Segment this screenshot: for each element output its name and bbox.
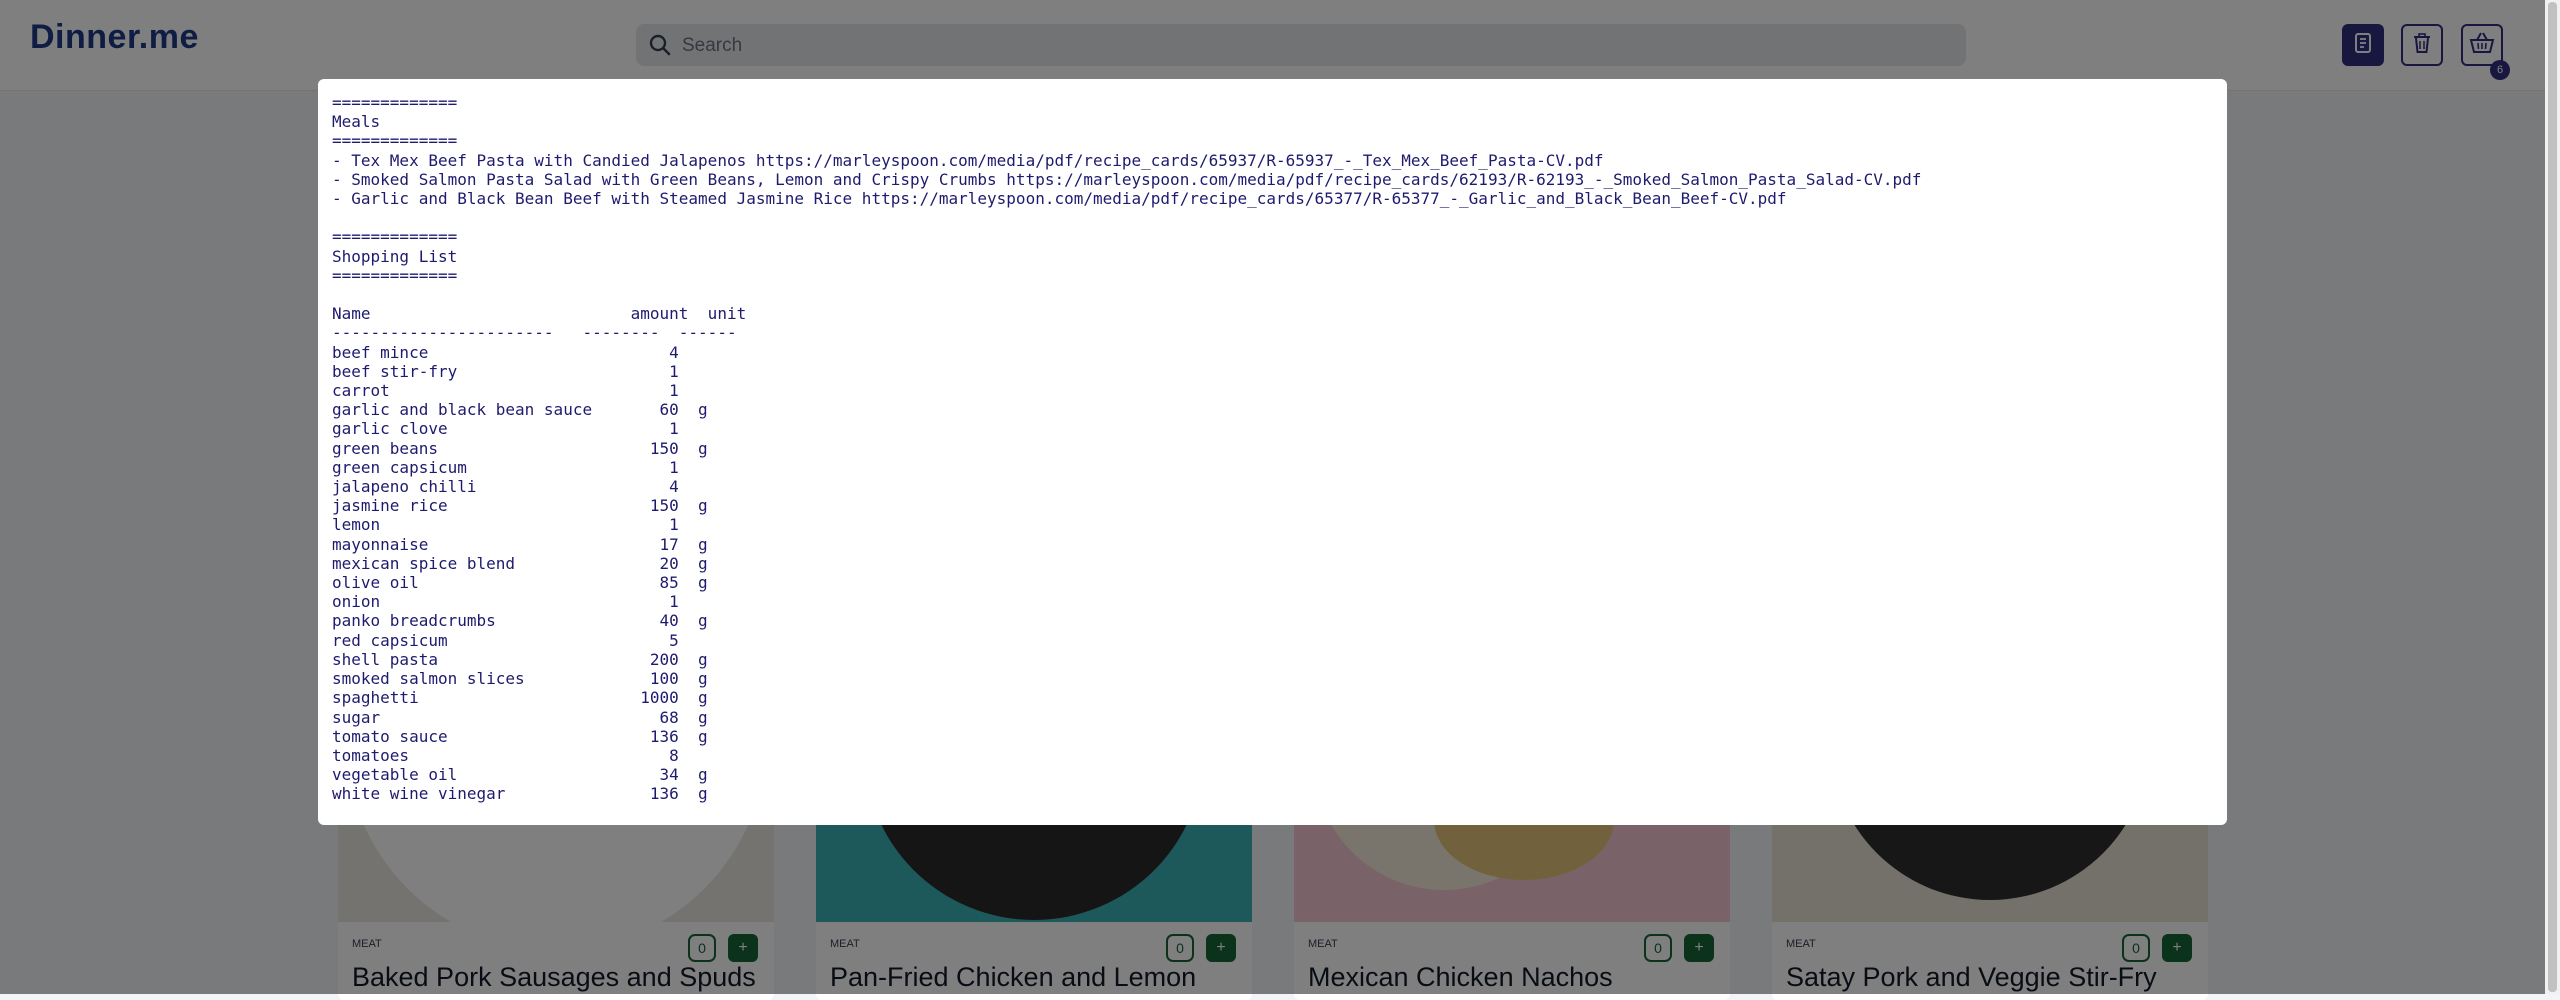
scrollbar-thumb[interactable] bbox=[2548, 2, 2557, 992]
shopping-list-modal: ============= Meals ============= - Tex … bbox=[318, 79, 2227, 825]
shopping-list-text: ============= Meals ============= - Tex … bbox=[332, 93, 1922, 804]
